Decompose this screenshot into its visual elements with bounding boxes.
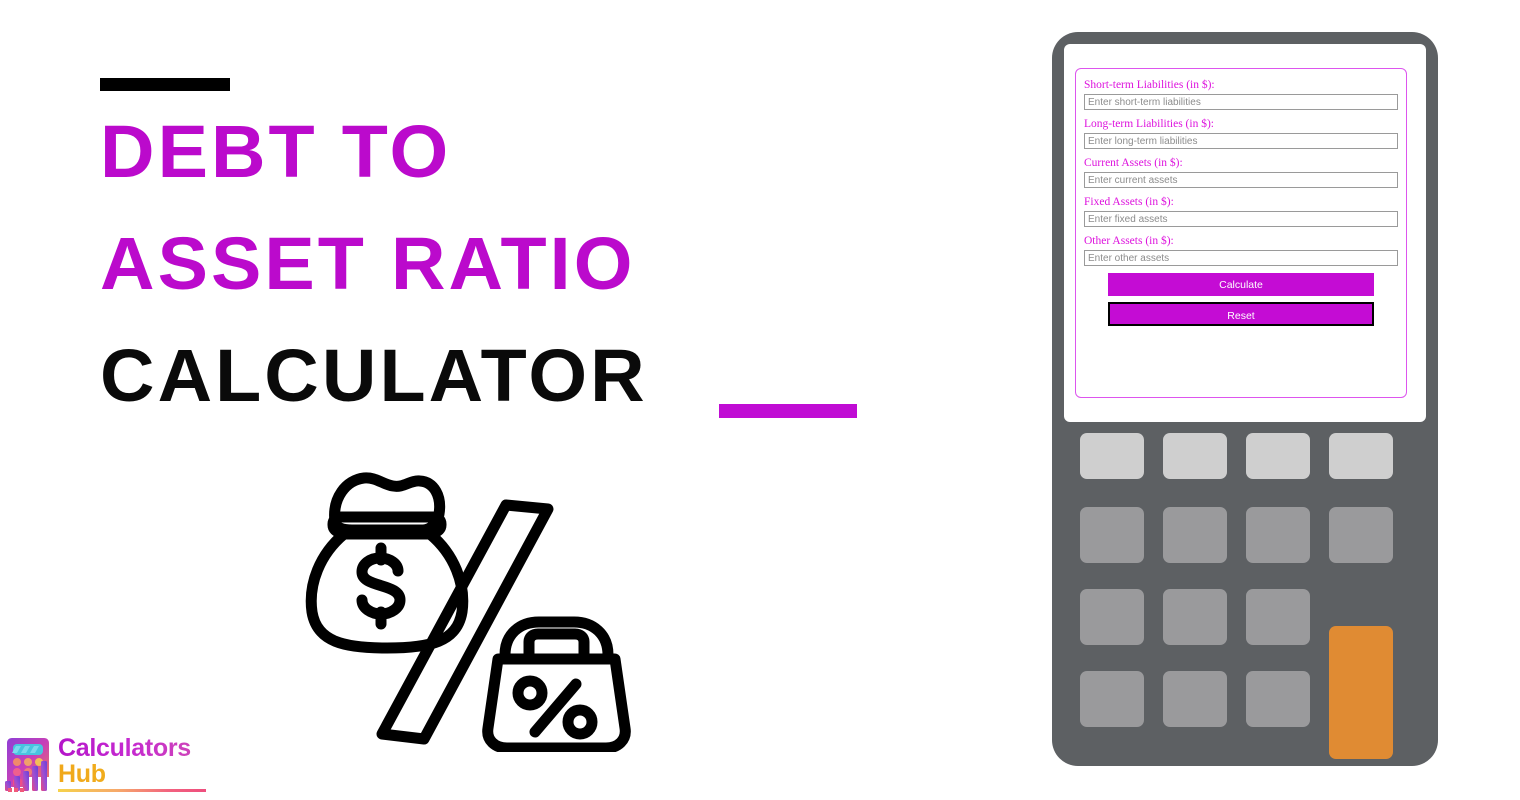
label-short-term-liabilities: Short-term Liabilities (in $): [1084,79,1215,91]
label-other-assets: Other Assets (in $): [1084,235,1174,247]
field-fixed-assets: Fixed Assets (in $): [1084,195,1398,227]
current-assets-input[interactable] [1084,172,1398,188]
field-current-assets: Current Assets (in $): [1084,156,1398,188]
keypad-key-r1c4[interactable] [1329,433,1393,479]
keypad-key-r4c2[interactable] [1163,671,1227,727]
title-line-2: ASSET RATIO [100,222,636,305]
logo-dots-decoration [8,788,24,792]
debt-to-asset-form: Short-term Liabilities (in $): Long-term… [1075,68,1407,398]
hero-panel: DEBT TO ASSET RATIO CALCULATOR Calculato… [0,0,1000,800]
keypad-key-r2c3[interactable] [1246,507,1310,563]
title-bottom-rule [719,404,857,418]
keypad-key-r1c1[interactable] [1080,433,1144,479]
calculate-button[interactable]: Calculate [1108,273,1374,296]
keypad-key-equals-accent[interactable] [1329,626,1393,759]
calculator-bars-logo-icon [4,737,56,793]
keypad-key-r3c3[interactable] [1246,589,1310,645]
keypad-key-r4c1[interactable] [1080,671,1144,727]
field-short-term-liabilities: Short-term Liabilities (in $): [1084,78,1398,110]
logo-wordmark: Calculators Hub [58,735,218,787]
page-title: DEBT TO ASSET RATIO CALCULATOR [100,96,940,432]
keypad-key-r3c1[interactable] [1080,589,1144,645]
label-fixed-assets: Fixed Assets (in $): [1084,196,1174,208]
calculator-keypad [1080,433,1410,759]
keypad-key-r2c2[interactable] [1163,507,1227,563]
fixed-assets-input[interactable] [1084,211,1398,227]
keypad-key-r3c2[interactable] [1163,589,1227,645]
money-bag-percent-bag-icon [292,462,632,754]
label-long-term-liabilities: Long-term Liabilities (in $): [1084,118,1214,130]
field-long-term-liabilities: Long-term Liabilities (in $): [1084,117,1398,149]
label-current-assets: Current Assets (in $): [1084,157,1183,169]
title-line-1: DEBT TO [100,110,452,193]
keypad-key-r1c2[interactable] [1163,433,1227,479]
keypad-key-r1c3[interactable] [1246,433,1310,479]
logo-word-hub: Hub [58,761,218,787]
calculator-device: Short-term Liabilities (in $): Long-term… [1052,32,1438,766]
long-term-liabilities-input[interactable] [1084,133,1398,149]
field-other-assets: Other Assets (in $): [1084,234,1398,266]
short-term-liabilities-input[interactable] [1084,94,1398,110]
other-assets-input[interactable] [1084,250,1398,266]
keypad-key-r2c1[interactable] [1080,507,1144,563]
title-top-rule [100,78,230,91]
keypad-key-r4c3[interactable] [1246,671,1310,727]
reset-button[interactable]: Reset [1108,302,1374,326]
calculatorshub-logo[interactable]: Calculators Hub [4,735,214,797]
keypad-key-r2c4[interactable] [1329,507,1393,563]
logo-word-calculators: Calculators [58,735,218,761]
logo-underline-decoration [58,789,206,792]
calculator-screen: Short-term Liabilities (in $): Long-term… [1064,44,1426,422]
